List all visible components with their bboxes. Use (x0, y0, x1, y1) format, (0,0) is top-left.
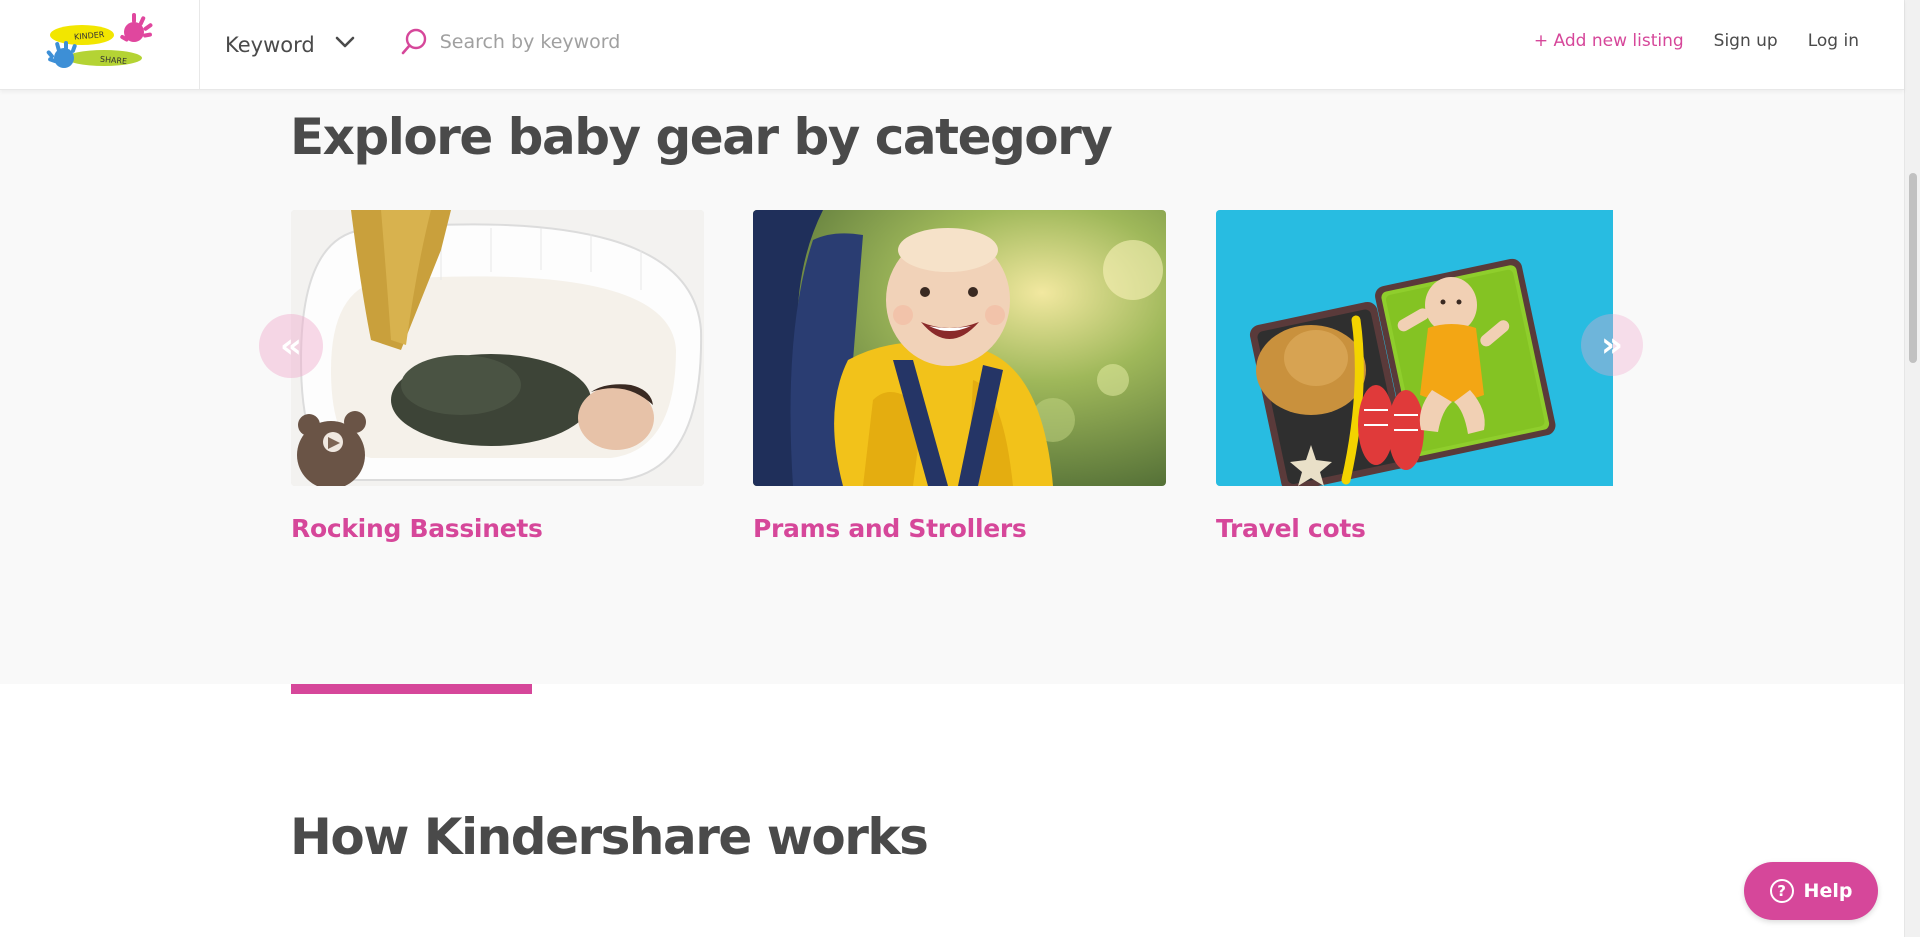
category-label-travel-cots[interactable]: Travel cots (1216, 514, 1629, 543)
home-logo-link[interactable]: KINDER SHARE (0, 0, 200, 90)
sign-up-link[interactable]: Sign up (1714, 31, 1778, 51)
section-divider-bar (291, 684, 532, 694)
stroller-photo-icon (753, 210, 1166, 486)
bassinet-photo-icon (291, 210, 704, 486)
scrollbar-thumb[interactable] (1909, 173, 1917, 363)
user-navigation: + Add new listing Sign up Log in (1534, 31, 1859, 51)
category-image-prams-and-strollers[interactable] (753, 210, 1166, 486)
carousel-next-button[interactable]: » (1581, 314, 1643, 376)
page-scrollbar[interactable] (1904, 0, 1920, 937)
kindershare-logo-icon: KINDER SHARE (46, 12, 152, 68)
log-in-link[interactable]: Log in (1808, 31, 1859, 51)
category-section-title: Explore baby gear by category (290, 108, 1113, 166)
search-mode-dropdown[interactable]: Keyword (225, 25, 355, 65)
category-image-travel-cots[interactable] (1216, 210, 1613, 486)
carousel-previous-button[interactable]: « (259, 314, 323, 378)
how-it-works-title: How Kindershare works (290, 808, 929, 866)
help-button[interactable]: ? Help (1744, 862, 1878, 920)
search-icon[interactable] (400, 27, 428, 57)
category-card-travel-cots[interactable]: Travel cots (1216, 210, 1629, 543)
category-card-prams-and-strollers[interactable]: Prams and Strollers (753, 210, 1166, 543)
search-bar (400, 25, 840, 65)
search-mode-label: Keyword (225, 32, 315, 57)
category-card-rocking-bassinets[interactable]: Rocking Bassinets (291, 210, 704, 543)
category-label-rocking-bassinets[interactable]: Rocking Bassinets (291, 514, 704, 543)
category-label-prams-and-strollers[interactable]: Prams and Strollers (753, 514, 1166, 543)
help-label: Help (1803, 880, 1853, 902)
category-section: Explore baby gear by category Rocking Ba… (0, 90, 1904, 684)
chevrons-left-icon: « (280, 326, 302, 366)
search-input[interactable] (439, 30, 840, 53)
top-navigation-bar: KINDER SHARE Keyword + Add new listing S… (0, 0, 1904, 90)
travel-cot-photo-icon (1216, 210, 1613, 486)
chevrons-right-icon: » (1601, 325, 1623, 365)
category-image-rocking-bassinets[interactable] (291, 210, 704, 486)
chevron-down-icon (335, 36, 355, 47)
question-circle-icon: ? (1769, 879, 1794, 903)
add-new-listing-link[interactable]: + Add new listing (1534, 31, 1684, 51)
